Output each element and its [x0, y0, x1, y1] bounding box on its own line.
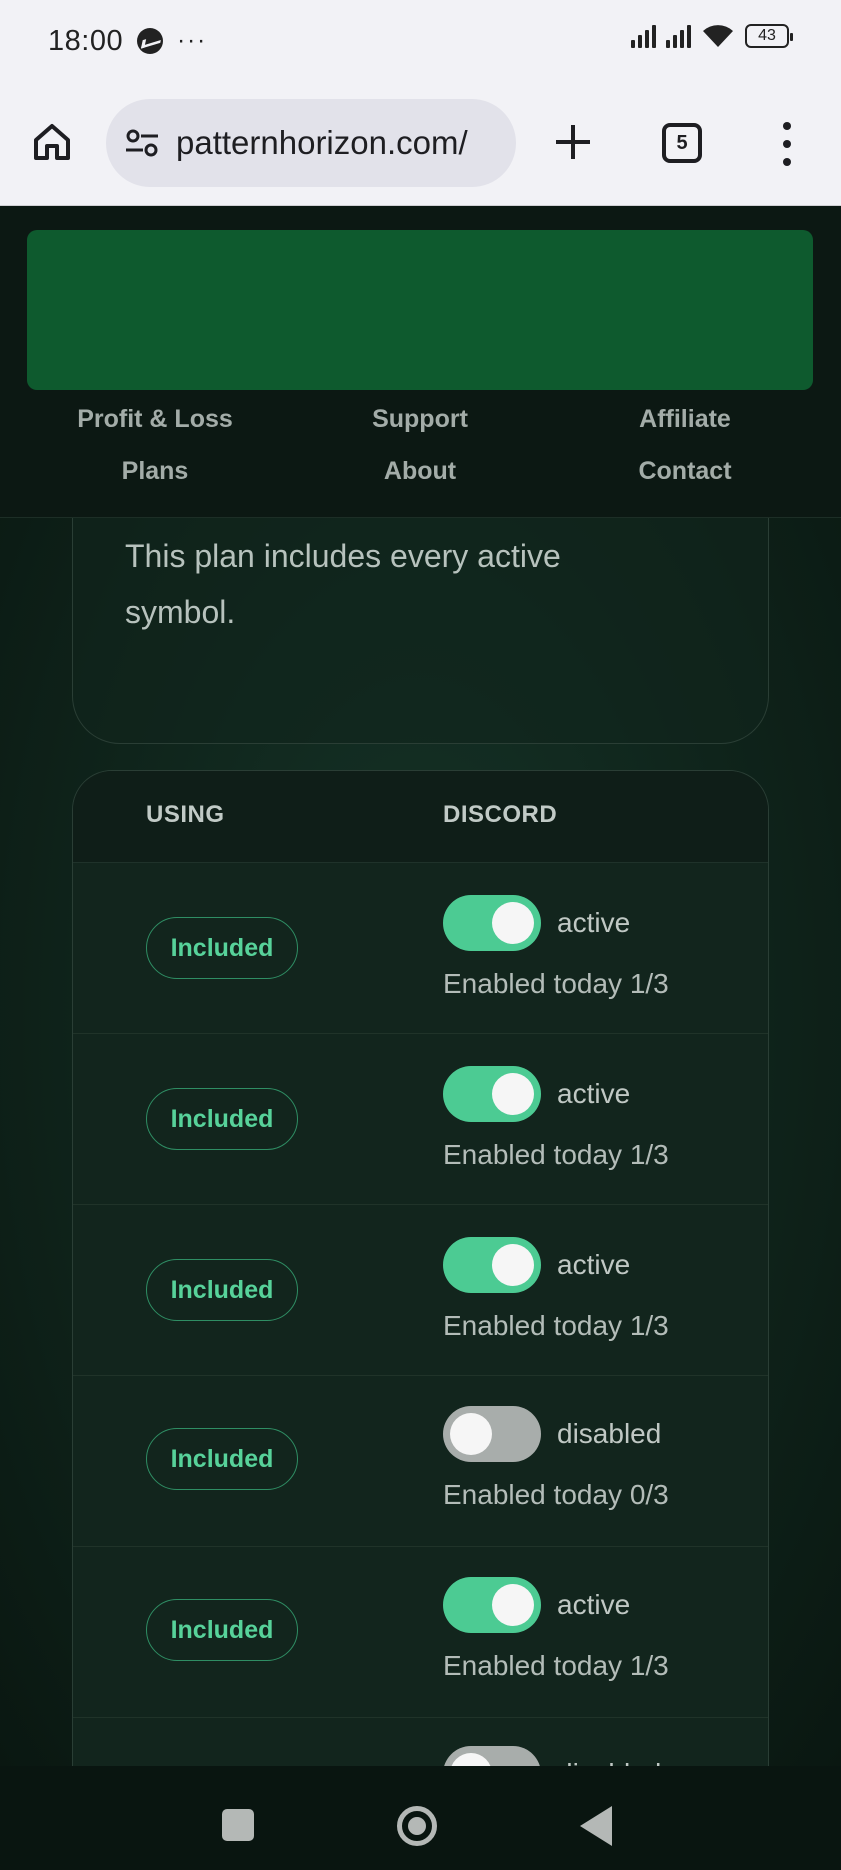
status-bar: 18:00 ··· 43: [0, 0, 841, 82]
header-banner: [27, 230, 813, 390]
included-badge: Included: [146, 1088, 298, 1150]
site-settings-icon[interactable]: [124, 128, 160, 158]
battery-level: 43: [758, 27, 776, 44]
included-badge: Included: [146, 1259, 298, 1321]
wifi-icon: [701, 22, 735, 48]
discord-status: active: [557, 1249, 631, 1280]
nav-link-affiliate[interactable]: Affiliate: [565, 405, 805, 434]
nav-link-about[interactable]: About: [300, 457, 540, 486]
tabs-icon[interactable]: 5: [662, 123, 702, 163]
home-circle-icon[interactable]: [397, 1806, 437, 1846]
discord-status: active: [557, 907, 631, 938]
table-row: Included active Enabled today 1/3: [73, 1547, 768, 1718]
status-time: 18:00: [48, 24, 124, 57]
recents-icon[interactable]: [222, 1809, 254, 1841]
included-badge: Included: [146, 1428, 298, 1490]
symbols-table: USING DISCORD Included active Enabled to…: [72, 770, 769, 1766]
home-icon[interactable]: [30, 120, 74, 164]
android-nav-bar: [0, 1766, 841, 1870]
plan-card: This plan includes every active symbol.: [72, 518, 769, 744]
table-row: Included active Enabled today 1/3: [73, 863, 768, 1034]
enabled-count: Enabled today 0/3: [443, 1479, 669, 1510]
plan-description: This plan includes every active symbol.: [125, 538, 561, 630]
discord-status: active: [557, 1589, 631, 1620]
site-header: Profit & Loss Support Affiliate Plans Ab…: [0, 206, 841, 518]
included-badge: Included: [146, 917, 298, 979]
discord-toggle[interactable]: [443, 895, 541, 951]
discord-toggle[interactable]: [443, 1066, 541, 1122]
table-row: disabled: [73, 1718, 768, 1766]
nav-link-plans[interactable]: Plans: [35, 457, 275, 486]
column-header-discord: DISCORD: [443, 801, 558, 828]
tab-count: 5: [676, 131, 688, 154]
table-row: Included disabled Enabled today 0/3: [73, 1376, 768, 1547]
more-vert-icon[interactable]: [782, 122, 792, 166]
nav-link-support[interactable]: Support: [300, 405, 540, 434]
discord-toggle[interactable]: [443, 1746, 541, 1766]
url-bar[interactable]: patternhorizon.com/: [106, 99, 516, 187]
discord-status: disabled: [557, 1758, 661, 1766]
table-row: Included active Enabled today 1/3: [73, 1034, 768, 1205]
enabled-count: Enabled today 1/3: [443, 1650, 669, 1681]
browser-toolbar: patternhorizon.com/ 5: [0, 82, 841, 206]
page-content: This plan includes every active symbol. …: [0, 518, 841, 1766]
discord-toggle[interactable]: [443, 1406, 541, 1462]
table-row: Included active Enabled today 1/3: [73, 1205, 768, 1376]
nav-link-profit-loss[interactable]: Profit & Loss: [35, 405, 275, 434]
nav-link-contact[interactable]: Contact: [565, 457, 805, 486]
signal-icon: [631, 22, 656, 48]
messenger-icon: [137, 28, 164, 54]
url-text: patternhorizon.com/: [176, 124, 468, 161]
discord-status: disabled: [557, 1418, 662, 1449]
column-header-using: USING: [146, 801, 225, 828]
back-icon[interactable]: [580, 1806, 612, 1846]
status-more-icon: ···: [177, 27, 208, 54]
discord-status: active: [557, 1078, 631, 1109]
enabled-count: Enabled today 1/3: [443, 968, 669, 999]
battery-icon: 43: [745, 24, 793, 48]
table-header: USING DISCORD: [73, 771, 768, 863]
signal-icon: [666, 22, 691, 48]
plus-icon[interactable]: [551, 120, 595, 164]
included-badge: Included: [146, 1599, 298, 1661]
discord-toggle[interactable]: [443, 1237, 541, 1293]
enabled-count: Enabled today 1/3: [443, 1139, 669, 1170]
discord-toggle[interactable]: [443, 1577, 541, 1633]
enabled-count: Enabled today 1/3: [443, 1310, 669, 1341]
